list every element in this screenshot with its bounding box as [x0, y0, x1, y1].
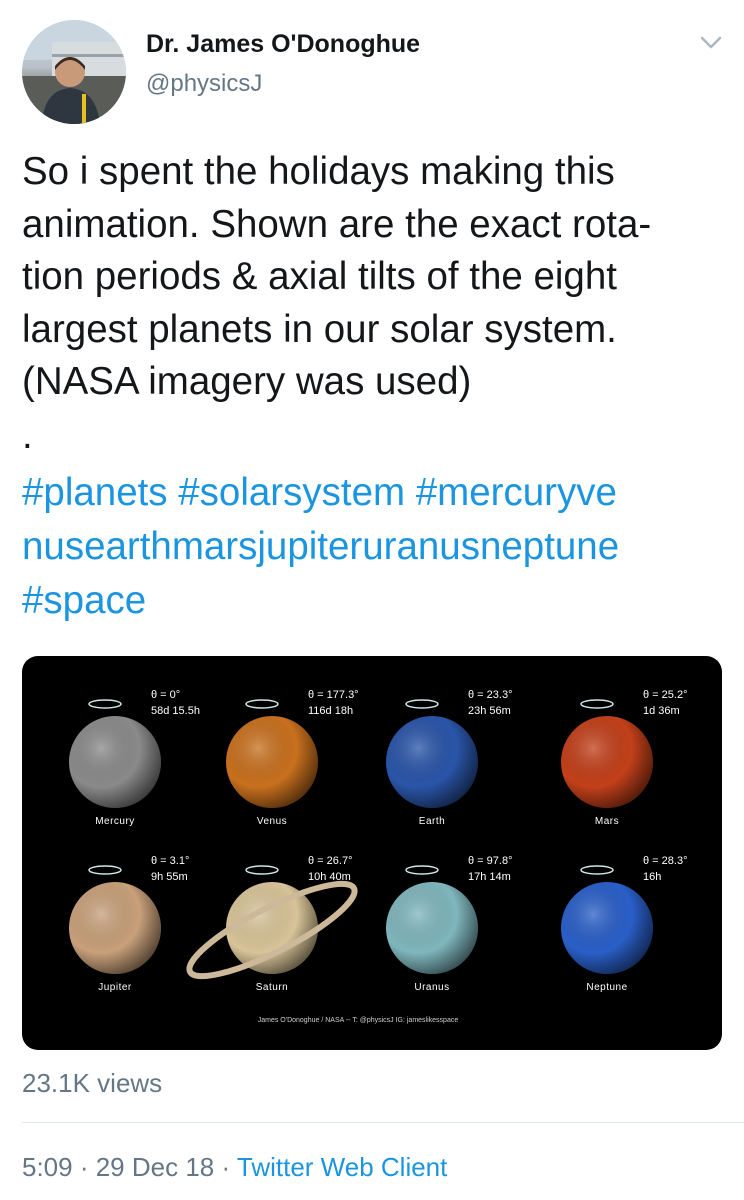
planet-period: 116d 18h: [308, 705, 353, 717]
planet-tilt: θ = 26.7°: [308, 855, 352, 867]
tweet-header: Dr. James O'Donoghue @physicsJ: [0, 0, 744, 130]
planet-name: Mercury: [95, 816, 135, 827]
hashtags: #planets #solarsystem #mercuryve nuseart…: [22, 466, 722, 628]
planet-shading: [561, 882, 653, 974]
planet-name: Earth: [419, 816, 445, 827]
rotation-arrow-icon: [245, 865, 279, 875]
planet-period: 1d 36m: [643, 705, 680, 717]
planet-mars: θ = 25.2° 1d 36m Mars: [561, 689, 687, 827]
tweet-separator: .: [22, 414, 33, 457]
avatar-image: [22, 20, 126, 124]
planet-tilt: θ = 177.3°: [308, 689, 359, 701]
planet-period: 58d 15.5h: [151, 705, 200, 717]
planet-jupiter: θ = 3.1° 9h 55m Jupiter: [69, 855, 189, 993]
author-name[interactable]: Dr. James O'Donoghue: [146, 30, 420, 59]
planet-shading: [386, 882, 478, 974]
media-credit: James O'Donoghue / NASA -- T: @physicsJ …: [258, 1017, 459, 1024]
tweet-meta: 5:09 · 29 Dec 18 · Twitter Web Client: [22, 1152, 447, 1183]
tweet-time[interactable]: 5:09: [22, 1152, 73, 1182]
rotation-arrow-icon: [580, 699, 614, 709]
meta-separator: ·: [214, 1152, 237, 1182]
tweet-client[interactable]: Twitter Web Client: [237, 1152, 447, 1182]
tweet-media[interactable]: θ = 0° 58d 15.5h Mercury θ = 177.3° 116d 18h…: [22, 656, 722, 1050]
planet-name: Uranus: [414, 982, 449, 993]
rotation-arrow-icon: [245, 699, 279, 709]
planet-period: 23h 56m: [468, 705, 511, 717]
planet-uranus: θ = 97.8° 17h 14m Uranus: [386, 855, 512, 993]
planet-shading: [386, 716, 478, 808]
rotation-arrow-icon: [88, 699, 122, 709]
author-avatar[interactable]: [22, 20, 126, 124]
tweet-text: So i spent the holidays making this anim…: [22, 150, 652, 403]
chevron-down-icon[interactable]: [696, 30, 726, 54]
planet-name: Mars: [595, 816, 619, 827]
planet-tilt: θ = 28.3°: [643, 855, 687, 867]
planet-name: Jupiter: [98, 982, 132, 993]
planet-period: 9h 55m: [151, 871, 188, 883]
planet-shading: [69, 716, 161, 808]
hashtag-planets[interactable]: #planets: [22, 471, 168, 514]
tweet-date[interactable]: 29 Dec 18: [96, 1152, 215, 1182]
planet-animation-frame: θ = 0° 58d 15.5h Mercury θ = 177.3° 116d 18h…: [69, 689, 687, 1024]
planet-tilt: θ = 97.8°: [468, 855, 512, 867]
planet-tilt: θ = 25.2°: [643, 689, 687, 701]
planet-tilt: θ = 23.3°: [468, 689, 512, 701]
planet-period: 10h 40m: [308, 871, 351, 883]
rotation-arrow-icon: [580, 865, 614, 875]
planet-tilt: θ = 0°: [151, 689, 180, 701]
planet-venus: θ = 177.3° 116d 18h Venus: [226, 689, 359, 827]
rotation-arrow-icon: [405, 865, 439, 875]
planet-name: Saturn: [256, 982, 288, 993]
planet-tilt: θ = 3.1°: [151, 855, 189, 867]
planet-shading: [69, 882, 161, 974]
planet-shading: [226, 716, 318, 808]
planet-shading: [561, 716, 653, 808]
planet-period: 16h: [643, 871, 661, 883]
divider: [22, 1122, 744, 1123]
planet-name: Neptune: [586, 982, 627, 993]
planet-saturn: θ = 26.7° 10h 40m Saturn: [186, 855, 358, 993]
planet-shading: [226, 882, 318, 974]
author-handle[interactable]: @physicsJ: [146, 70, 262, 98]
meta-separator: ·: [72, 1152, 96, 1182]
hashtag-space[interactable]: #space: [22, 579, 146, 622]
rotation-arrow-icon: [405, 699, 439, 709]
view-count: 23.1K views: [22, 1068, 163, 1098]
planet-earth: θ = 23.3° 23h 56m Earth: [386, 689, 512, 827]
planet-name: Venus: [257, 816, 287, 827]
planet-period: 17h 14m: [468, 871, 511, 883]
planet-mercury: θ = 0° 58d 15.5h Mercury: [69, 689, 200, 827]
planet-neptune: θ = 28.3° 16h Neptune: [561, 855, 687, 993]
hashtag-solarsystem[interactable]: #solarsystem: [178, 471, 405, 514]
rotation-arrow-icon: [88, 865, 122, 875]
